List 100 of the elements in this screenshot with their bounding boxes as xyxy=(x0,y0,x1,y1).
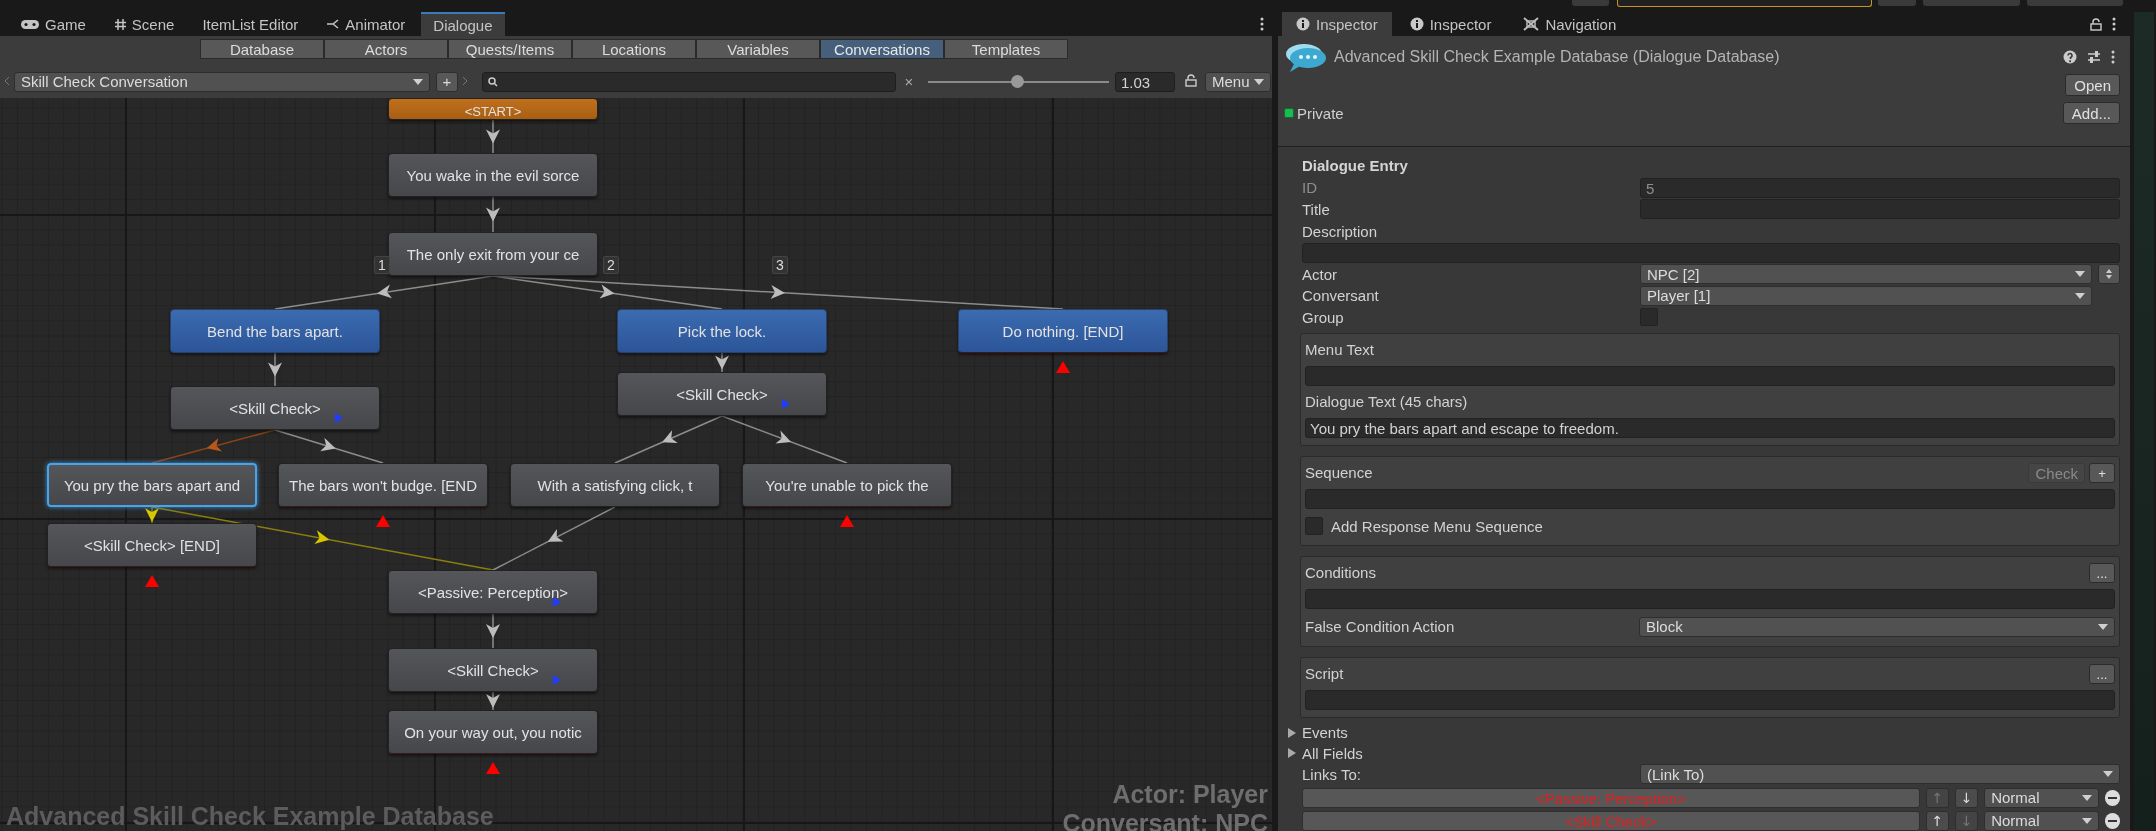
link-arrow[interactable] xyxy=(486,613,500,649)
description-label: Description xyxy=(1302,222,1379,240)
chevron-right-icon[interactable] xyxy=(462,76,468,87)
clear-button[interactable]: × xyxy=(902,73,916,91)
arrow-marker-icon xyxy=(782,399,790,409)
add-button[interactable]: + xyxy=(436,71,458,92)
false-condition-action-dropdown[interactable]: Block xyxy=(1639,616,2115,637)
section-tab[interactable]: Conversations xyxy=(820,39,944,59)
lock-icon[interactable] xyxy=(2090,17,2102,31)
more-button[interactable]: ... xyxy=(2089,563,2115,584)
link-arrow[interactable] xyxy=(486,119,500,154)
editor-tab[interactable]: ItemList Editor xyxy=(190,12,311,36)
conditions-field[interactable] xyxy=(1305,589,2115,610)
section-tab[interactable]: Quests/Items xyxy=(448,39,572,59)
editor-tab[interactable]: Dialogue xyxy=(421,12,505,36)
editor-tab[interactable]: Game xyxy=(8,12,98,36)
dropdown-caret-icon xyxy=(1254,78,1264,85)
node-graph-canvas[interactable] xyxy=(0,98,1272,831)
stepper-button[interactable] xyxy=(2098,264,2120,285)
sequence-field[interactable] xyxy=(1305,489,2115,510)
chevron-left-icon[interactable] xyxy=(4,76,10,87)
sequence-label: Sequence xyxy=(1305,463,1373,484)
more-options-icon[interactable] xyxy=(2112,17,2116,31)
dialogue-node[interactable]: <Passive: Perception> xyxy=(388,570,598,614)
foldout[interactable]: All Fields xyxy=(1288,743,2120,764)
section-tab[interactable]: Locations xyxy=(572,39,696,59)
id-field: 5 xyxy=(1640,177,2120,198)
dropdown-caret-icon xyxy=(2075,292,2085,299)
priority-dropdown[interactable]: Normal xyxy=(1984,810,2099,831)
inspector-tab[interactable]: Inspector xyxy=(1282,12,1392,36)
add-button[interactable]: Add... xyxy=(2062,102,2120,124)
link-arrow[interactable] xyxy=(268,352,282,387)
script-label: Script xyxy=(1305,663,1344,684)
move-down-button[interactable]: ↓ xyxy=(1954,787,1979,808)
open-button[interactable]: Open xyxy=(2065,74,2120,96)
dialogue-node[interactable]: Pick the lock. xyxy=(617,309,827,353)
section-tab[interactable]: Templates xyxy=(944,39,1068,59)
inspector-tab[interactable]: Inspector xyxy=(1395,12,1506,36)
dialogue-node[interactable]: <Skill Check> xyxy=(388,648,598,692)
zoom-value-field[interactable]: 1.03 xyxy=(1115,71,1175,92)
dialogue-node[interactable]: You pry the bars apart and xyxy=(47,463,257,507)
sliders-icon[interactable] xyxy=(2086,50,2101,64)
up-down-arrows-icon xyxy=(2105,269,2113,280)
section-tab[interactable]: Database xyxy=(200,39,324,59)
link-arrow[interactable] xyxy=(715,352,729,373)
private-checkbox[interactable] xyxy=(1284,108,1294,118)
move-up-button[interactable]: ↑ xyxy=(1925,810,1949,831)
dialogue-node[interactable]: <Skill Check> xyxy=(617,372,827,416)
section-tab[interactable]: Actors xyxy=(324,39,448,59)
link-arrow[interactable] xyxy=(486,196,500,233)
link-arrow[interactable] xyxy=(274,429,384,464)
dialogue-node[interactable]: The only exit from your ce xyxy=(388,232,598,276)
section-tab[interactable]: Variables xyxy=(696,39,820,59)
id-label: ID xyxy=(1302,179,1318,197)
more-options-icon[interactable] xyxy=(2110,50,2115,64)
conversant-dropdown[interactable]: Player [1] xyxy=(1640,285,2092,306)
link-arrow[interactable] xyxy=(721,415,848,464)
priority-dropdown[interactable]: Normal xyxy=(1984,787,2099,808)
more-options-icon[interactable] xyxy=(1260,17,1264,31)
link-arrow[interactable] xyxy=(486,691,500,711)
dialogue-node[interactable]: <START> xyxy=(388,98,598,120)
dialogue-node[interactable]: With a satisfying click, t xyxy=(510,463,720,507)
link-arrow[interactable] xyxy=(492,506,616,571)
toolbar-button[interactable] xyxy=(1617,0,1872,7)
arrow-marker-icon xyxy=(553,675,561,685)
asset-title: Advanced Skill Check Example Database (Dialogue Database) xyxy=(1334,48,1781,66)
menu-dropdown[interactable]: Menu xyxy=(1205,71,1271,92)
dialogue-node[interactable]: <Skill Check> xyxy=(170,386,380,430)
title-label: Title xyxy=(1302,200,1331,218)
script-field[interactable] xyxy=(1305,689,2115,710)
actor-label: Actor xyxy=(1302,265,1338,283)
link-arrow[interactable] xyxy=(492,275,1064,310)
end-marker-icon xyxy=(1056,361,1070,373)
dialogue-node[interactable]: Bend the bars apart. xyxy=(170,309,380,353)
link-arrow[interactable] xyxy=(274,275,494,310)
hash-icon xyxy=(113,17,127,31)
menu-text-field[interactable] xyxy=(1305,366,2115,387)
search-icon xyxy=(488,76,498,87)
dialogue-node[interactable]: You wake in the evil sorce xyxy=(388,153,598,197)
editor-tab[interactable]: Animator xyxy=(314,12,418,36)
lock-icon[interactable] xyxy=(1185,74,1197,88)
editor-tab[interactable]: Scene xyxy=(101,12,187,36)
inspector-tab[interactable]: Navigation xyxy=(1509,12,1631,36)
foldout[interactable]: Events xyxy=(1288,722,2120,744)
link-arrow[interactable] xyxy=(151,429,276,464)
conversation-dropdown[interactable]: Skill Check Conversation xyxy=(14,71,430,92)
links-to-dropdown[interactable]: (Link To) xyxy=(1640,764,2120,785)
add-button[interactable]: + xyxy=(2089,463,2115,484)
add-response-menu-sequence-checkbox[interactable] xyxy=(1305,517,1323,536)
actor-dropdown[interactable]: NPC [2] xyxy=(1640,264,2092,285)
remove-button[interactable] xyxy=(2104,812,2120,829)
private-label: Private xyxy=(1297,104,1344,122)
slider-thumb[interactable] xyxy=(1010,74,1024,88)
dialogue-text-field[interactable]: You pry the bars apart and escape to freedom. xyxy=(1305,418,2115,439)
help-icon[interactable] xyxy=(2062,50,2077,64)
more-button[interactable]: ... xyxy=(2089,663,2115,684)
remove-button[interactable] xyxy=(2104,789,2120,806)
dropdown-caret-icon xyxy=(413,78,423,85)
search-field[interactable] xyxy=(482,71,896,92)
link-arrow[interactable] xyxy=(614,415,723,464)
